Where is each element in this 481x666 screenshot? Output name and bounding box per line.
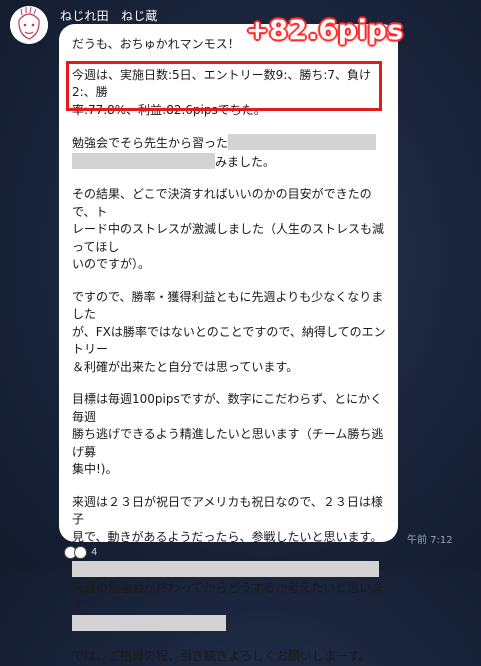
winrate-line: ＆利確が出来たと自分では思っています。 <box>72 359 299 374</box>
winrate-paragraph: ですので、勝率・獲得利益ともに先週よりも少なくなりました が、FXは勝率ではない… <box>72 289 388 377</box>
reaction-summary[interactable]: 4 <box>64 546 97 559</box>
weekly-result-highlight: 今週は、実施日数:5日、エントリー数9:、勝ち:7、負け2:、勝 率:77.8%… <box>66 60 388 120</box>
face-doodle-icon <box>10 6 48 44</box>
closing-line: では、ご指導の程、引き続きよろしくお願いしま－す。 <box>72 649 371 663</box>
study-text: みました。 <box>215 154 276 169</box>
study-text: 勉強会でそら先生から習った <box>72 136 229 150</box>
message-bubble[interactable]: だうも、おちゅかれマンモス！ 今週は、実施日数:5日、エントリー数9:、勝ち:7… <box>59 24 398 663</box>
goal-line: 目標は毎週100pipsですが、数字にこだわらず、とにかく毎週 <box>72 392 383 424</box>
highlight-line: 今週は、実施日数:5日、エントリー数9:、勝ち:7、負け2:、勝 <box>72 67 372 100</box>
next-week-line: 来週は２３日が祝日でアメリカも祝日なので、２３日は様子 <box>72 494 383 527</box>
pips-overlay-label: +82.6pips <box>246 15 404 46</box>
sender-name: ねじれ田 ねじ蔵 <box>60 9 158 23</box>
message-timestamp: 午前 7:12 <box>407 535 453 546</box>
reaction-count: 4 <box>91 547 98 558</box>
next-week-paragraph: 来週は２３日が祝日でアメリカも祝日なので、２３日は様子 見で、動きがあるようだっ… <box>72 494 388 547</box>
goal-paragraph: 目標は毎週100pipsですが、数字にこだわらず、とにかく毎週 勝ち逃げできるよ… <box>72 391 388 479</box>
sender-avatar[interactable] <box>10 6 48 44</box>
after-study-paragraph: 来週の勉強会が終わってからどうするか考えたいと思います <box>72 561 388 633</box>
highlight-line: 率:77.8%、利益:82.6pipsでちた。 <box>72 102 266 117</box>
result-paragraph: その結果、どこで決済すればいいのかの目安ができたので、ト レード中のストレスが激… <box>72 186 388 274</box>
redacted-block <box>72 561 379 577</box>
redacted-block <box>228 134 377 150</box>
redacted-block <box>72 614 226 631</box>
reaction-face-icon <box>74 546 87 559</box>
winrate-line: が、FXは勝率ではないとのことですので、納得してのエントリー <box>72 324 386 357</box>
result-line: いのですが）。 <box>72 257 151 271</box>
winrate-line: ですので、勝率・獲得利益ともに先週よりも少なくなりました <box>72 289 384 322</box>
result-line: レード中のストレスが激減しました（人生のストレスも減ってほし <box>72 222 385 254</box>
goal-line: 集中!)。 <box>72 462 118 476</box>
result-line: その結果、どこで決済すればいいのかの目安ができたので、ト <box>72 187 372 219</box>
after-study-line: 来週の勉強会が終わってからどうするか考えたいと思います <box>72 580 384 613</box>
redacted-block <box>72 152 215 169</box>
goal-line: 勝ち逃げできるよう精進したいと思います（チーム勝ち逃げ募 <box>72 427 384 459</box>
next-week-line: 見で、動きがあるようだったら、参戦したいと思います。 <box>72 529 383 544</box>
study-paragraph: 勉強会でそら先生から習った みました。 <box>72 134 388 171</box>
